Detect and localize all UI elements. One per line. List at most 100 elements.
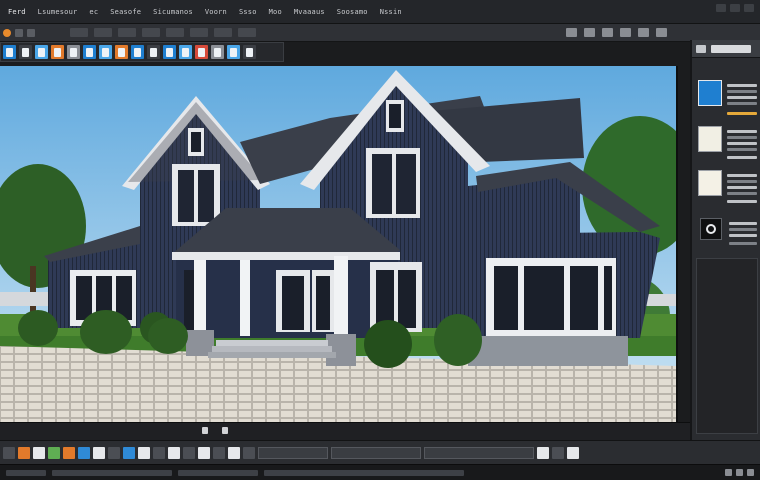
tool-icon[interactable] [168,446,180,459]
toolbar [0,42,284,62]
menu-item-soosamo[interactable]: Soosamo [331,8,374,16]
link-icon[interactable] [584,28,595,37]
menu-item-ssso[interactable]: Ssso [233,8,263,16]
house-render [0,66,676,422]
tool-icon[interactable] [138,446,150,459]
status-icon[interactable] [747,469,754,476]
layer-row [729,234,757,237]
option-icon[interactable] [15,28,23,37]
tool-icon[interactable] [33,446,45,459]
status-bar [0,464,760,480]
options-right-group [566,28,667,37]
menu-item-ec[interactable]: ec [83,8,104,16]
tool-icon[interactable] [567,446,579,459]
menu-item-seasofe[interactable]: Seasofe [104,8,147,16]
layers-icon[interactable] [35,45,48,59]
option-field[interactable] [94,28,112,37]
camera-icon[interactable] [566,28,577,37]
tool-icon[interactable] [78,446,90,459]
option-field[interactable] [190,28,208,37]
bottom-field[interactable] [258,446,328,459]
tool-icon[interactable] [228,446,240,459]
right-panel [690,40,760,440]
menu-item-mvaaaus[interactable]: Mvaaaus [288,8,331,16]
panel-menu-icon[interactable] [696,44,706,53]
tool-icon[interactable] [198,446,210,459]
page-icon[interactable] [19,45,32,59]
record-icon[interactable] [3,28,11,37]
tool-icon[interactable] [552,446,564,459]
option-field[interactable] [70,28,88,37]
bottom-field[interactable] [424,446,534,459]
help-icon[interactable] [656,28,667,37]
menu-item-nssin[interactable]: Nssin [374,8,408,16]
menu-item-sicumanos[interactable]: Sicumanos [147,8,199,16]
option-field[interactable] [166,28,184,37]
status-item [6,469,46,476]
tool-icon[interactable] [123,446,135,459]
option-field[interactable] [118,28,136,37]
layer-row [727,130,757,133]
status-icon[interactable] [725,469,732,476]
maximize-icon[interactable] [730,4,740,12]
tool-icon[interactable] [63,446,75,459]
layer-thumbnail[interactable] [698,80,722,106]
grid-icon[interactable] [147,45,160,59]
menu-item-lsumesour[interactable]: Lsumesour [32,8,84,16]
tool-icon[interactable] [537,446,549,459]
settings-icon[interactable] [211,45,224,59]
tool-icon[interactable] [3,446,15,459]
brush-icon[interactable] [602,28,613,37]
tool-icon[interactable] [213,446,225,459]
layer-row [727,174,757,177]
bottom-toolbar [0,440,760,464]
layer-row [729,228,757,231]
image-icon[interactable] [99,45,112,59]
canvas[interactable] [0,66,678,422]
tool-icon[interactable] [108,446,120,459]
minimize-icon[interactable] [716,4,726,12]
menu-item-voorn[interactable]: Voorn [199,8,233,16]
layer-row [727,200,757,203]
option-field[interactable] [214,28,232,37]
tool-icon[interactable] [48,446,60,459]
document-icon[interactable] [67,45,80,59]
menu-item-ferd[interactable]: Ferd [2,8,32,16]
export-icon[interactable] [131,45,144,59]
layer-thumbnail[interactable] [698,170,722,196]
properties-panel [696,258,758,434]
tool-icon[interactable] [183,446,195,459]
option-icon[interactable] [27,28,35,37]
layer-thumbnail[interactable] [698,126,722,152]
status-right-group [725,469,754,476]
tool-icon[interactable] [153,446,165,459]
view-icon[interactable] [227,45,240,59]
tool-icon[interactable] [18,446,30,459]
layer-row [727,136,757,139]
wand-icon[interactable] [620,28,631,37]
status-icon[interactable] [736,469,743,476]
menu-item-moo[interactable]: Moo [263,8,288,16]
file-icon[interactable] [3,45,16,59]
marker-icon [222,427,228,434]
options-left-group [0,28,35,37]
filter-icon[interactable] [179,45,192,59]
window-controls [716,4,754,12]
gear-icon[interactable] [700,218,722,240]
crop-icon[interactable] [83,45,96,59]
bottom-field[interactable] [331,446,421,459]
save-icon[interactable] [195,45,208,59]
brush-icon[interactable] [51,45,64,59]
shape-icon[interactable] [163,45,176,59]
tool-icon[interactable] [93,446,105,459]
option-field[interactable] [238,28,256,37]
tool-icon[interactable] [243,446,255,459]
layer-row [727,84,757,87]
settings-icon[interactable] [638,28,649,37]
text-icon[interactable] [115,45,128,59]
panel-tab[interactable] [711,44,751,53]
layer-row [727,148,757,151]
option-field[interactable] [142,28,160,37]
export-icon[interactable] [243,45,256,59]
close-icon[interactable] [744,4,754,12]
